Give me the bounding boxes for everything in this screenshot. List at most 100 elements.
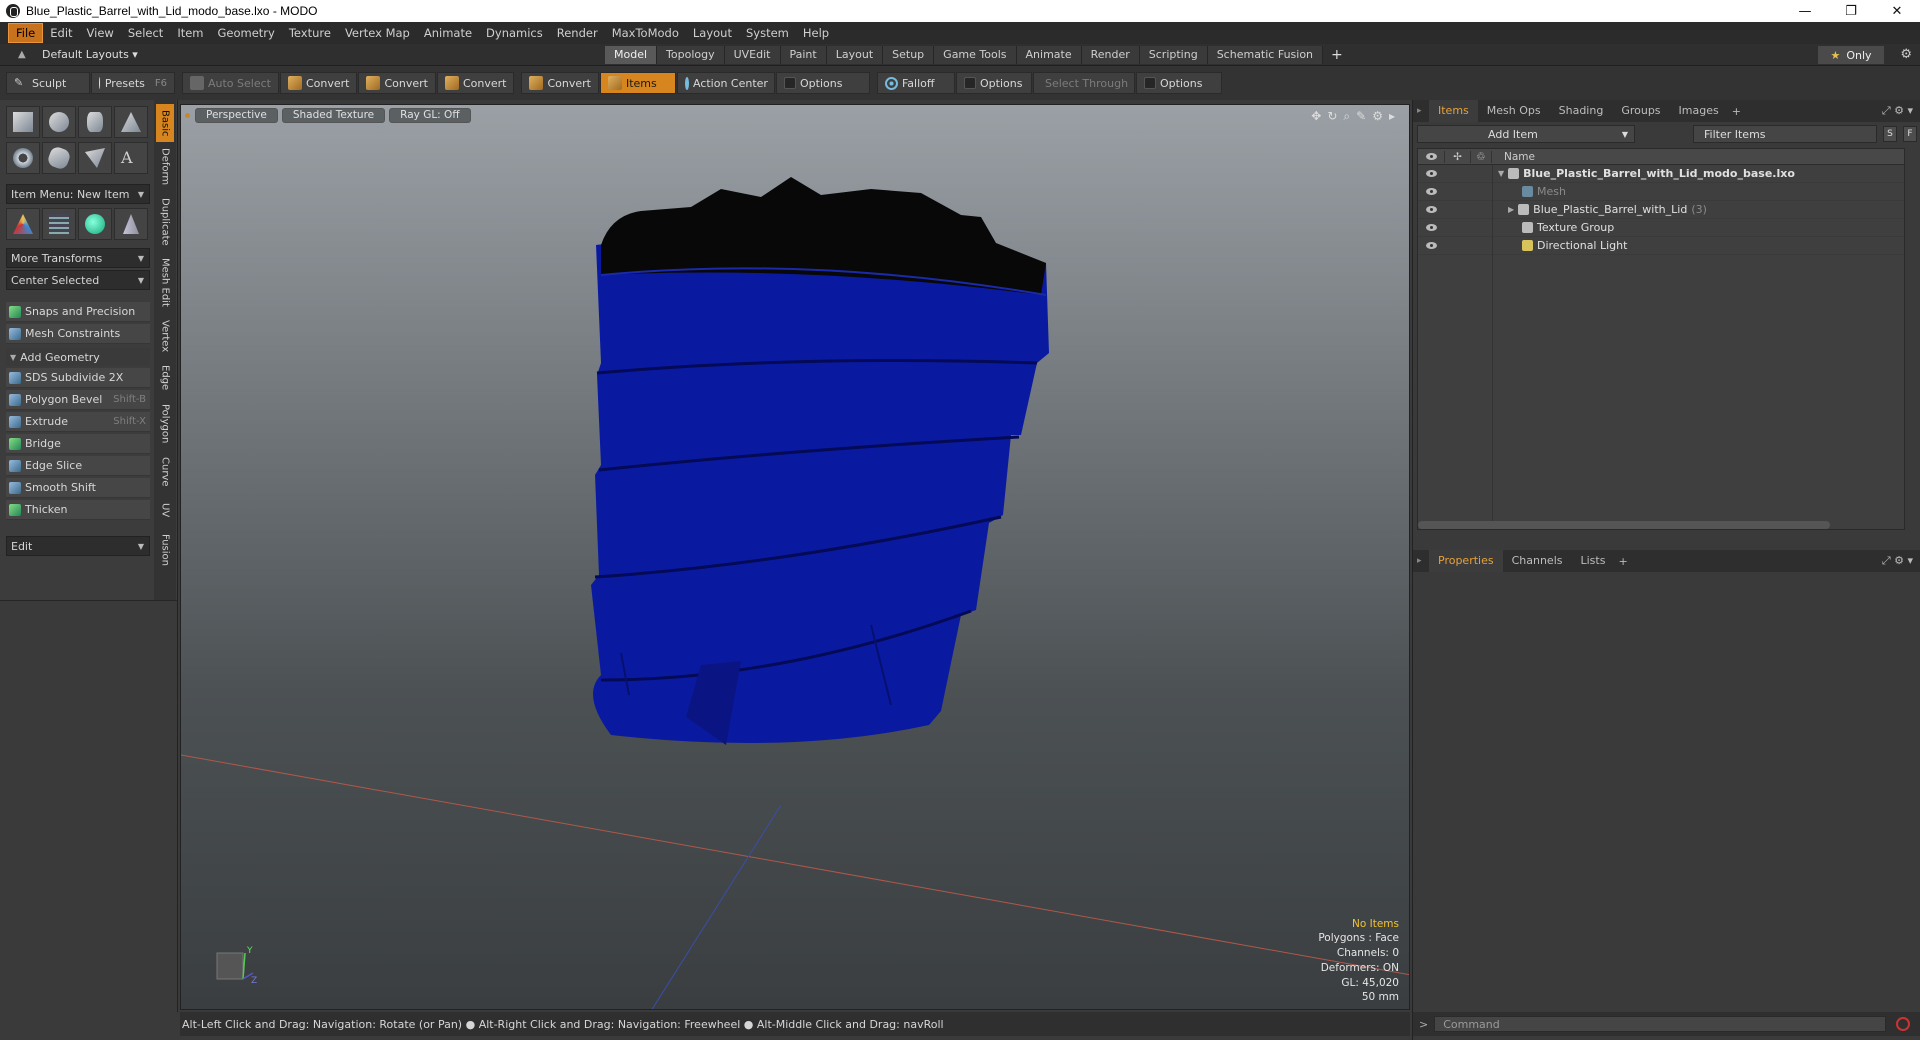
visibility-column-icon[interactable] (1418, 153, 1444, 160)
panel-grip-icon[interactable]: ▸ (1417, 556, 1425, 566)
viewport-scene[interactable] (181, 105, 1410, 1010)
minimize-button[interactable]: — (1782, 0, 1828, 22)
add-tab-icon[interactable]: + (1618, 555, 1627, 568)
tab-topology[interactable]: Topology (657, 46, 725, 64)
tab-items[interactable]: Items (1429, 100, 1478, 122)
3d-viewport[interactable]: Perspective Shaded Texture Ray GL: Off ✥… (180, 104, 1410, 1010)
vtab-polygon[interactable]: Polygon (156, 402, 174, 446)
vtab-basic[interactable]: Basic (156, 104, 174, 142)
tab-properties[interactable]: Properties (1429, 550, 1503, 572)
arrow-right-icon[interactable]: ▸ (1389, 109, 1395, 124)
menu-file[interactable]: File (8, 23, 44, 43)
vtab-edge[interactable]: Edge (156, 362, 174, 394)
eye-icon[interactable] (1418, 206, 1444, 213)
vtab-curve[interactable]: Curve (156, 454, 174, 490)
tab-model[interactable]: Model (605, 46, 658, 64)
collapse-arrow-icon[interactable]: ▲ (18, 49, 32, 60)
tab-lists[interactable]: Lists (1572, 550, 1615, 572)
tab-shading[interactable]: Shading (1550, 100, 1613, 122)
tab-scripting[interactable]: Scripting (1139, 46, 1208, 64)
tree-row-scene[interactable]: ▼ Blue_Plastic_Barrel_with_Lid_modo_base… (1418, 165, 1904, 183)
panel-grip-icon[interactable]: ▸ (1417, 106, 1425, 116)
menu-maxtomodo[interactable]: MaxToModo (605, 24, 686, 42)
tab-mesh-ops[interactable]: Mesh Ops (1478, 100, 1550, 122)
vtab-vertex[interactable]: Vertex (156, 316, 174, 356)
items-mode-button[interactable]: Items (599, 72, 676, 94)
tree-row-texture-group[interactable]: Texture Group (1418, 219, 1904, 237)
add-tab-icon[interactable]: + (1331, 46, 1343, 64)
menu-geometry[interactable]: Geometry (211, 24, 282, 42)
center-selected-dropdown[interactable]: Center Selected ▼ (6, 270, 150, 290)
viewport-menu-dot-icon[interactable] (185, 113, 190, 118)
falloff-button[interactable]: Falloff (876, 72, 955, 94)
tab-paint[interactable]: Paint (780, 46, 827, 64)
raygl-button[interactable]: Ray GL: Off (389, 107, 471, 123)
eye-icon[interactable] (1418, 224, 1444, 231)
cube-button[interactable] (6, 106, 40, 138)
polygon-bevel-button[interactable]: Polygon Bevel Shift-B (6, 390, 150, 410)
add-tab-icon[interactable]: + (1732, 105, 1741, 118)
menu-render[interactable]: Render (550, 24, 605, 42)
grid-button[interactable] (42, 208, 76, 240)
tab-render[interactable]: Render (1081, 46, 1140, 64)
convert-polygons-button[interactable]: Convert (436, 72, 515, 94)
thicken-button[interactable]: Thicken (6, 500, 150, 520)
tab-schematic-fusion[interactable]: Schematic Fusion (1207, 46, 1324, 64)
name-column-header[interactable]: Name (1504, 151, 1535, 163)
expand-triangle-icon[interactable]: ▶ (1508, 205, 1514, 214)
more-transforms-dropdown[interactable]: More Transforms ▼ (6, 248, 150, 268)
add-item-dropdown[interactable]: Add Item ▼ (1417, 125, 1635, 143)
tree-row-barrel[interactable]: ▶ Blue_Plastic_Barrel_with_Lid (3) (1418, 201, 1904, 219)
expand-triangle-icon[interactable]: ▼ (1498, 169, 1504, 178)
edge-slice-button[interactable]: Edge Slice (6, 456, 150, 476)
tree-horizontal-scrollbar[interactable] (1418, 521, 1830, 529)
sds-subdivide-button[interactable]: SDS Subdivide 2X (6, 368, 150, 388)
layouts-dropdown[interactable]: ▲ Default Layouts ▾ (0, 48, 600, 61)
panel-options-icon[interactable]: ⤢ ⚙ ▾ (1882, 554, 1913, 568)
options-button-1[interactable]: Options (775, 72, 870, 94)
edit-dropdown[interactable]: Edit ▼ (6, 536, 150, 556)
menu-dynamics[interactable]: Dynamics (479, 24, 550, 42)
vtab-uv[interactable]: UV (156, 498, 174, 522)
filter-f-button[interactable]: F (1903, 126, 1917, 142)
convert-vertices-button[interactable]: Convert (279, 72, 358, 94)
vtab-duplicate[interactable]: Duplicate (156, 196, 174, 248)
menu-layout[interactable]: Layout (686, 24, 739, 42)
tube-button[interactable] (42, 142, 76, 174)
tree-row-directional-light[interactable]: Directional Light (1418, 237, 1904, 255)
bridge-button[interactable]: Bridge (6, 434, 150, 454)
tab-channels[interactable]: Channels (1503, 550, 1572, 572)
menu-select[interactable]: Select (121, 24, 170, 42)
tab-animate[interactable]: Animate (1016, 46, 1082, 64)
pan-icon[interactable]: ✥ (1311, 109, 1321, 124)
maximize-button[interactable]: ❐ (1828, 0, 1874, 22)
vtab-mesh-edit[interactable]: Mesh Edit (156, 256, 174, 308)
pen-button[interactable] (78, 142, 112, 174)
tab-images[interactable]: Images (1670, 100, 1728, 122)
sphere-button[interactable] (42, 106, 76, 138)
rotate-button[interactable] (78, 208, 112, 240)
scale-button[interactable] (114, 208, 148, 240)
tab-setup[interactable]: Setup (883, 46, 935, 64)
brush-icon[interactable]: ✎ (1356, 109, 1366, 124)
eye-icon[interactable] (1418, 188, 1444, 195)
tab-game-tools[interactable]: Game Tools (934, 46, 1017, 64)
menu-edit[interactable]: Edit (43, 24, 79, 42)
vtab-deform[interactable]: Deform (156, 146, 174, 188)
sculpt-button[interactable]: ✎ Sculpt (6, 72, 90, 94)
text-button[interactable]: A (114, 142, 148, 174)
snaps-precision-button[interactable]: Snaps and Precision (6, 302, 150, 322)
shading-mode-button[interactable]: Shaded Texture (281, 107, 386, 123)
add-geometry-header[interactable]: ▼ Add Geometry (6, 348, 150, 366)
cylinder-button[interactable] (78, 106, 112, 138)
only-toggle[interactable]: ★ Only (1818, 46, 1884, 64)
lock-column-icon[interactable]: ✢ (1444, 150, 1470, 163)
gear-icon[interactable]: ⚙ (1900, 47, 1912, 62)
stop-icon[interactable] (1896, 1017, 1911, 1031)
mesh-constraints-button[interactable]: Mesh Constraints (6, 324, 150, 344)
menu-help[interactable]: Help (796, 24, 836, 42)
menu-vertex-map[interactable]: Vertex Map (338, 24, 417, 42)
extrude-button[interactable]: Extrude Shift-X (6, 412, 150, 432)
zoom-icon[interactable]: ⌕ (1343, 109, 1350, 124)
barrel-body[interactable] (591, 238, 1049, 743)
